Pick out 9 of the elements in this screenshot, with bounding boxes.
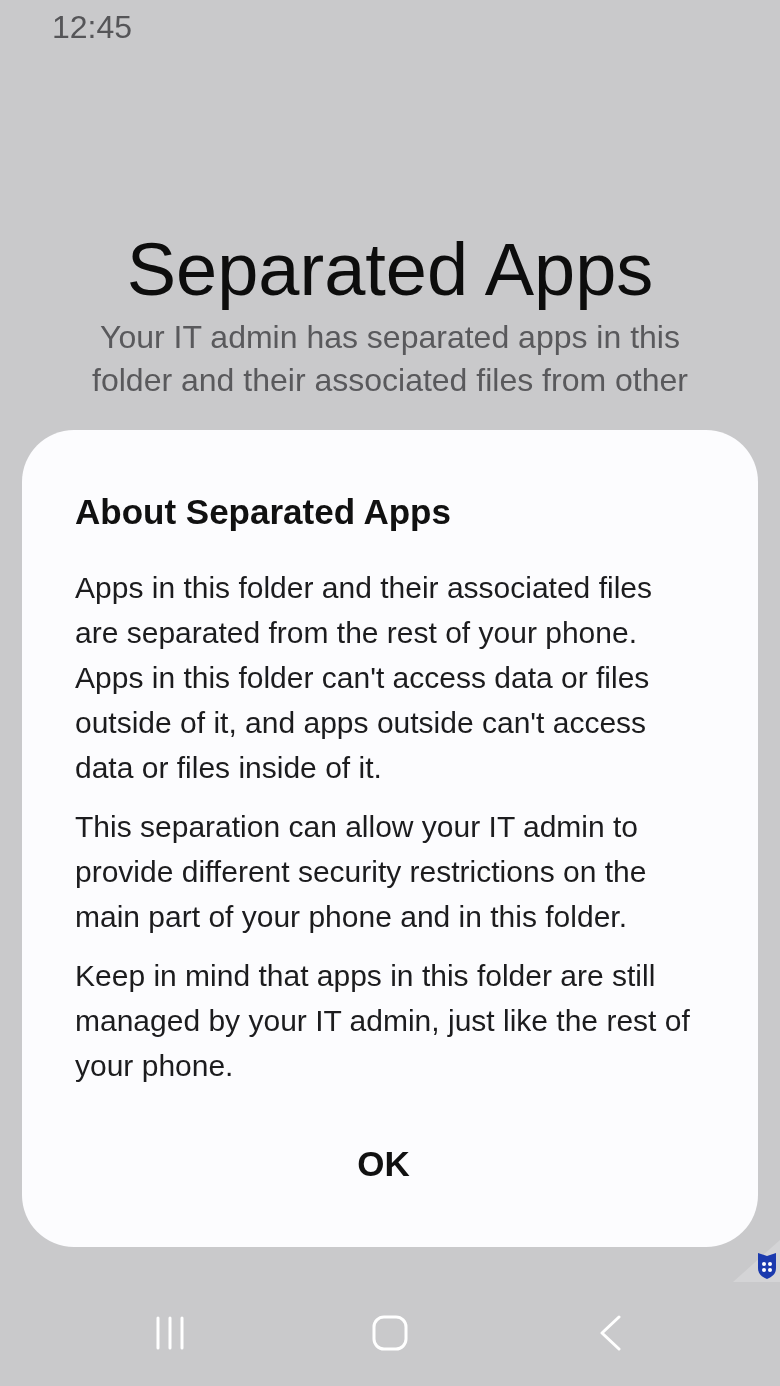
dialog-title: About Separated Apps bbox=[75, 492, 452, 532]
status-time: 12:45 bbox=[52, 9, 133, 45]
dialog-paragraph: Keep in mind that apps in this folder are still managed by your IT admin, just like the rest of your phone. bbox=[75, 958, 691, 1084]
home-icon[interactable] bbox=[370, 1313, 410, 1353]
page-title: Separated Apps bbox=[126, 227, 654, 313]
dialog-paragraph: Apps in this folder and their associated files are separated from the rest of your phone. Apps in this folder can't access data or files outside of it, and apps outside can't access data or files inside of it. bbox=[75, 570, 653, 786]
dialog-paragraph: This separation can allow your IT admin to provide different security restrictions on the main part of your phone and in this folder. bbox=[75, 809, 648, 935]
page-description: Your IT admin has separated apps in this folder and their associated files from other bbox=[91, 318, 689, 400]
ok-button[interactable]: OK bbox=[317, 1132, 450, 1196]
